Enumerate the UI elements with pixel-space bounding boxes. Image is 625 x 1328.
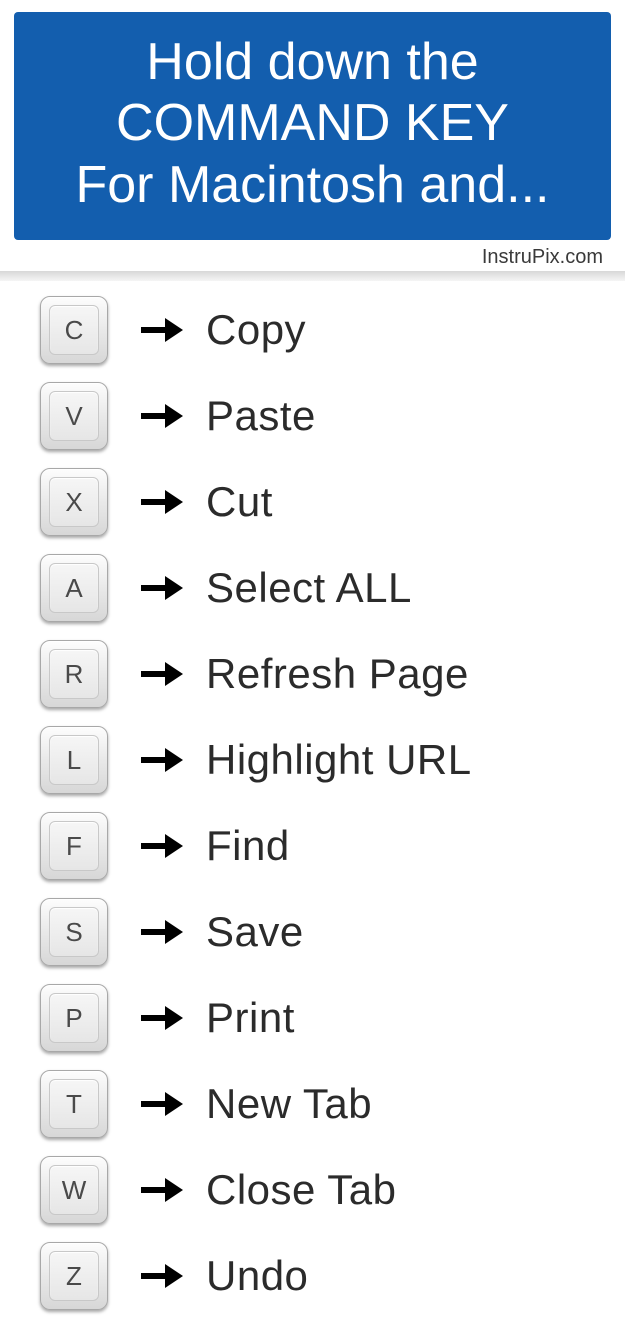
shortcut-action-label: New Tab bbox=[206, 1080, 372, 1128]
shortcut-row: L Highlight URL bbox=[40, 717, 605, 803]
shortcut-row: S Save bbox=[40, 889, 605, 975]
keyboard-key: W bbox=[40, 1156, 108, 1224]
arrow-right-icon bbox=[126, 832, 196, 860]
arrow-right-icon bbox=[126, 402, 196, 430]
keyboard-key-letter: X bbox=[49, 477, 99, 527]
shortcut-row: W Close Tab bbox=[40, 1147, 605, 1233]
arrow-right-icon bbox=[126, 1262, 196, 1290]
keyboard-key-letter: W bbox=[49, 1165, 99, 1215]
keyboard-key: A bbox=[40, 554, 108, 622]
keyboard-key-letter: P bbox=[49, 993, 99, 1043]
shortcut-row: Z Undo bbox=[40, 1233, 605, 1319]
keyboard-key-letter: Z bbox=[49, 1251, 99, 1301]
keyboard-key-letter: A bbox=[49, 563, 99, 613]
shortcut-action-label: Paste bbox=[206, 392, 316, 440]
keyboard-key: C bbox=[40, 296, 108, 364]
arrow-right-icon bbox=[126, 1176, 196, 1204]
header-banner: Hold down the COMMAND KEY For Macintosh … bbox=[14, 12, 611, 240]
shortcut-row: X Cut bbox=[40, 459, 605, 545]
shortcut-action-label: Close Tab bbox=[206, 1166, 397, 1214]
arrow-right-icon bbox=[126, 918, 196, 946]
arrow-right-icon bbox=[126, 1090, 196, 1118]
keyboard-key-letter: S bbox=[49, 907, 99, 957]
header-line-3: For Macintosh and... bbox=[24, 155, 601, 216]
arrow-right-icon bbox=[126, 660, 196, 688]
shortcut-action-label: Refresh Page bbox=[206, 650, 469, 698]
shortcut-action-label: Cut bbox=[206, 478, 273, 526]
keyboard-key-letter: L bbox=[49, 735, 99, 785]
attribution-text: InstruPix.com bbox=[0, 240, 625, 271]
shortcut-row: P Print bbox=[40, 975, 605, 1061]
keyboard-key: R bbox=[40, 640, 108, 708]
shortcut-row: F Find bbox=[40, 803, 605, 889]
arrow-right-icon bbox=[126, 316, 196, 344]
arrow-right-icon bbox=[126, 574, 196, 602]
keyboard-key-letter: T bbox=[49, 1079, 99, 1129]
arrow-right-icon bbox=[126, 488, 196, 516]
shortcut-action-label: Copy bbox=[206, 306, 306, 354]
shortcut-list: C CopyV PasteX CutA Select ALLR Refresh … bbox=[0, 283, 625, 1319]
keyboard-key: F bbox=[40, 812, 108, 880]
header-line-1: Hold down the bbox=[24, 32, 601, 93]
keyboard-key-letter: R bbox=[49, 649, 99, 699]
keyboard-key: T bbox=[40, 1070, 108, 1138]
header-line-2: COMMAND KEY bbox=[24, 93, 601, 154]
shortcut-action-label: Print bbox=[206, 994, 295, 1042]
keyboard-key-letter: F bbox=[49, 821, 99, 871]
shortcut-action-label: Select ALL bbox=[206, 564, 412, 612]
shortcut-action-label: Find bbox=[206, 822, 290, 870]
arrow-right-icon bbox=[126, 1004, 196, 1032]
divider bbox=[0, 271, 625, 281]
shortcut-row: C Copy bbox=[40, 287, 605, 373]
keyboard-key: Z bbox=[40, 1242, 108, 1310]
shortcut-row: R Refresh Page bbox=[40, 631, 605, 717]
shortcut-action-label: Undo bbox=[206, 1252, 308, 1300]
shortcut-action-label: Highlight URL bbox=[206, 736, 472, 784]
keyboard-key: V bbox=[40, 382, 108, 450]
arrow-right-icon bbox=[126, 746, 196, 774]
shortcut-action-label: Save bbox=[206, 908, 304, 956]
shortcut-row: A Select ALL bbox=[40, 545, 605, 631]
keyboard-key: L bbox=[40, 726, 108, 794]
shortcut-row: T New Tab bbox=[40, 1061, 605, 1147]
keyboard-key-letter: C bbox=[49, 305, 99, 355]
keyboard-key: S bbox=[40, 898, 108, 966]
shortcut-row: V Paste bbox=[40, 373, 605, 459]
keyboard-key: P bbox=[40, 984, 108, 1052]
keyboard-key: X bbox=[40, 468, 108, 536]
keyboard-key-letter: V bbox=[49, 391, 99, 441]
